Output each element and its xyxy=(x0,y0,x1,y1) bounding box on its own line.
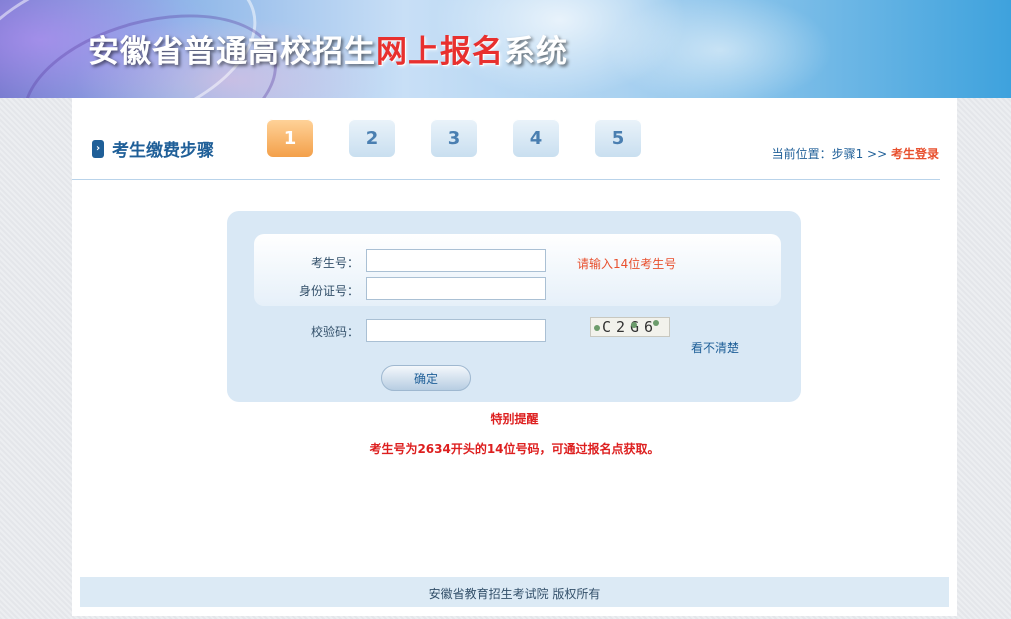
captcha-noise xyxy=(653,320,659,326)
footer-copyright: 安徽省教育招生考试院 版权所有 xyxy=(80,577,949,607)
exam-id-label: 考生号： xyxy=(310,256,359,270)
captcha-noise xyxy=(631,322,637,328)
exam-id-hint: 请输入14位考生号 xyxy=(577,257,677,271)
chevron-right-icon: › xyxy=(92,139,104,158)
submit-button[interactable]: 确定 xyxy=(381,365,471,391)
step-indicator: 1 2 3 4 5 xyxy=(267,119,677,157)
id-card-label: 身份证号： xyxy=(298,284,359,298)
step-1: 1 xyxy=(267,119,313,157)
captcha-noise xyxy=(594,325,600,331)
exam-id-input[interactable] xyxy=(366,249,546,272)
breadcrumb-current: 考生登录 xyxy=(890,147,939,161)
breadcrumb-path: 当前位置：步骤1 >> xyxy=(771,147,891,161)
captcha-input[interactable] xyxy=(366,319,546,342)
captcha-text: C2G6 xyxy=(601,318,659,336)
captcha-label: 校验码： xyxy=(310,325,359,339)
login-form: 考生号： 请输入14位考生号 身份证号： 校验码： C2G6 看不清楚 确定 xyxy=(227,211,801,402)
header-banner: 安徽省普通高校招生网上报名系统 xyxy=(0,0,1011,98)
main-panel: › 考生缴费步骤 1 2 3 4 5 当前位置：步骤1 >> 考生登录 考生号：… xyxy=(72,98,957,616)
system-title: 安徽省普通高校招生网上报名系统 xyxy=(88,26,568,70)
header-divider xyxy=(72,179,940,180)
section-heading: › 考生缴费步骤 xyxy=(92,136,214,161)
breadcrumb: 当前位置：步骤1 >> 考生登录 xyxy=(772,145,939,162)
notice-title: 特别提醒 xyxy=(490,412,539,426)
system-title-highlight: 网上报名 xyxy=(376,34,504,70)
step-2: 2 xyxy=(349,119,395,157)
step-5: 5 xyxy=(595,119,641,157)
system-title-suffix: 系统 xyxy=(504,34,568,70)
step-4: 4 xyxy=(513,119,559,157)
notice-text: 考生号为2634开头的14位号码，可通过报名点获取。 xyxy=(369,442,660,456)
refresh-captcha-link[interactable]: 看不清楚 xyxy=(691,339,739,356)
step-3: 3 xyxy=(431,119,477,157)
captcha-image[interactable]: C2G6 xyxy=(590,317,670,337)
id-card-input[interactable] xyxy=(366,277,546,300)
section-title: 考生缴费步骤 xyxy=(112,141,214,161)
system-title-prefix: 安徽省普通高校招生 xyxy=(88,34,376,70)
